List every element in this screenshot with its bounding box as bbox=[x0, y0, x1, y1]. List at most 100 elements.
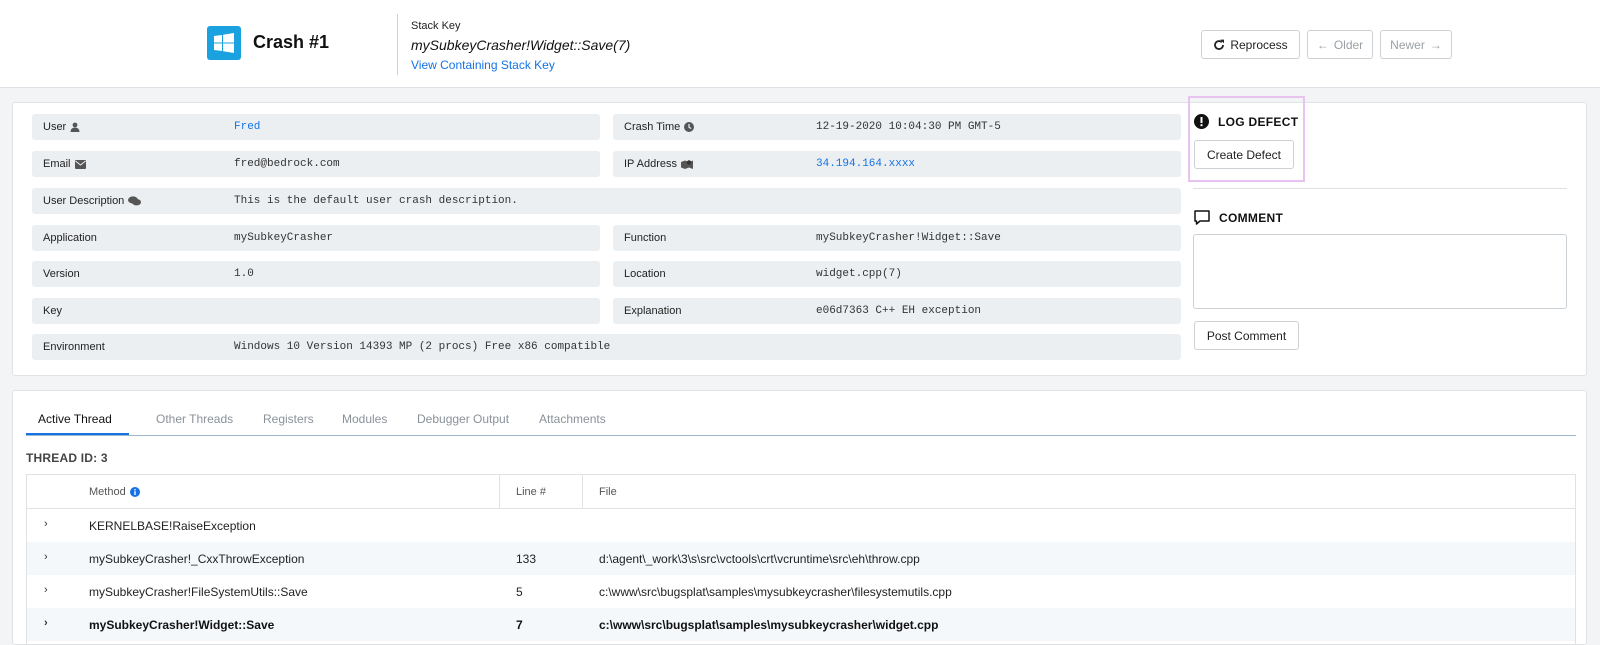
panel-divider bbox=[1193, 188, 1567, 189]
newer-label: Newer bbox=[1390, 37, 1425, 52]
older-button[interactable]: ← Older bbox=[1307, 30, 1373, 59]
active-tab-indicator bbox=[26, 433, 129, 435]
tab-attachments[interactable]: Attachments bbox=[539, 412, 606, 426]
field-location: Location widget.cpp(7) bbox=[613, 261, 1181, 287]
reprocess-label: Reprocess bbox=[1230, 37, 1288, 52]
field-user-description: User Description This is the default use… bbox=[32, 188, 1181, 214]
tab-registers[interactable]: Registers bbox=[263, 412, 314, 426]
map-marker-icon bbox=[681, 160, 693, 169]
row-file: d:\agent\_work\3\s\src\vctools\crt\vcrun… bbox=[599, 552, 920, 566]
row-file: c:\www\src\bugsplat\samples\mysubkeycras… bbox=[599, 585, 952, 599]
table-row[interactable]: › mySubkeyCrasher!FileSystemUtils::Save … bbox=[27, 575, 1575, 608]
tab-debugger-output[interactable]: Debugger Output bbox=[417, 412, 509, 426]
chevron-right-icon[interactable]: › bbox=[44, 584, 48, 596]
user-value-link[interactable]: Fred bbox=[234, 121, 260, 133]
windows-logo-icon bbox=[207, 26, 241, 60]
log-defect-heading-text: LOG DEFECT bbox=[1218, 114, 1299, 129]
version-label: Version bbox=[43, 268, 80, 280]
email-value: fred@bedrock.com bbox=[234, 158, 340, 170]
thread-tabs: Active Thread Other Threads Registers Mo… bbox=[26, 391, 1576, 436]
user-label: User bbox=[43, 121, 67, 133]
comment-heading-text: COMMENT bbox=[1219, 210, 1284, 225]
tab-other-threads[interactable]: Other Threads bbox=[156, 412, 233, 426]
exclamation-circle-icon bbox=[1194, 114, 1209, 129]
arrow-left-icon: ← bbox=[1316, 37, 1329, 52]
field-environment: Environment Windows 10 Version 14393 MP … bbox=[32, 334, 1181, 360]
chevron-right-icon[interactable]: › bbox=[44, 518, 48, 530]
post-comment-button[interactable]: Post Comment bbox=[1194, 321, 1299, 350]
method-header-label: Method bbox=[89, 486, 126, 498]
newer-button[interactable]: Newer → bbox=[1380, 30, 1452, 59]
row-method: mySubkeyCrasher!FileSystemUtils::Save bbox=[89, 585, 308, 599]
column-divider bbox=[582, 475, 583, 509]
environment-label: Environment bbox=[43, 341, 105, 353]
row-line: 5 bbox=[516, 585, 523, 599]
reprocess-button[interactable]: Reprocess bbox=[1201, 30, 1300, 59]
user-description-label: User Description bbox=[43, 195, 125, 207]
thread-id: THREAD ID: 3 bbox=[26, 451, 108, 465]
explanation-label: Explanation bbox=[624, 305, 682, 317]
column-header-method[interactable]: Method bbox=[89, 486, 140, 498]
field-crash-time: Crash Time 12-19-2020 10:04:30 PM GMT-5 bbox=[613, 114, 1181, 140]
log-defect-highlight bbox=[1188, 96, 1305, 182]
create-defect-button[interactable]: Create Defect bbox=[1194, 140, 1294, 169]
header-divider bbox=[397, 14, 398, 75]
chevron-right-icon[interactable]: › bbox=[44, 617, 48, 629]
refresh-icon bbox=[1214, 39, 1225, 50]
application-value: mySubkeyCrasher bbox=[234, 232, 334, 244]
arrow-right-icon: → bbox=[1429, 37, 1442, 52]
table-row[interactable]: › mySubkeyCrasher!Widget::Save 7 c:\www\… bbox=[27, 608, 1575, 641]
comment-textarea[interactable] bbox=[1193, 234, 1567, 309]
page-title: Crash #1 bbox=[253, 32, 330, 52]
field-ip-address: IP Address 34.194.164.xxxx bbox=[613, 151, 1181, 177]
row-line: 133 bbox=[516, 552, 537, 566]
crash-header: Crash #1 Stack Key mySubkeyCrasher!Widge… bbox=[0, 0, 1600, 88]
field-user: User Fred bbox=[32, 114, 600, 140]
table-row[interactable]: › KERNELBASE!RaiseException bbox=[27, 509, 1575, 542]
stack-key-label: Stack Key bbox=[411, 20, 461, 32]
explanation-value: e06d7363 C++ EH exception bbox=[816, 305, 982, 317]
ip-address-value-link[interactable]: 34.194.164.xxxx bbox=[816, 158, 915, 170]
comment-heading: COMMENT bbox=[1194, 210, 1283, 225]
stack-key-value: mySubkeyCrasher!Widget::Save(7) bbox=[411, 37, 631, 53]
crash-time-value: 12-19-2020 10:04:30 PM GMT-5 bbox=[816, 121, 1001, 133]
column-header-line[interactable]: Line # bbox=[516, 486, 546, 498]
field-key: Key bbox=[32, 298, 600, 324]
thread-card: Active Thread Other Threads Registers Mo… bbox=[12, 390, 1587, 645]
row-method: mySubkeyCrasher!Widget::Save bbox=[89, 618, 275, 632]
view-stack-key-link[interactable]: View Containing Stack Key bbox=[411, 58, 555, 72]
user-description-value: This is the default user crash descripti… bbox=[234, 195, 518, 207]
field-version: Version 1.0 bbox=[32, 261, 600, 287]
location-label: Location bbox=[624, 268, 666, 280]
location-value: widget.cpp(7) bbox=[816, 268, 902, 280]
older-label: Older bbox=[1333, 37, 1364, 52]
row-line: 7 bbox=[516, 618, 523, 632]
column-header-file[interactable]: File bbox=[599, 486, 617, 498]
clock-icon bbox=[684, 122, 695, 132]
comment-icon bbox=[1194, 210, 1210, 225]
row-method: KERNELBASE!RaiseException bbox=[89, 519, 256, 533]
comments-icon bbox=[128, 196, 142, 206]
version-value: 1.0 bbox=[234, 268, 254, 280]
column-divider bbox=[499, 475, 500, 509]
chevron-right-icon[interactable]: › bbox=[44, 551, 48, 563]
field-function: Function mySubkeyCrasher!Widget::Save bbox=[613, 225, 1181, 251]
application-label: Application bbox=[43, 232, 97, 244]
table-row[interactable]: › mySubkeyCrasher!_CxxThrowException 133… bbox=[27, 542, 1575, 575]
function-label: Function bbox=[624, 232, 667, 244]
envelope-icon bbox=[74, 159, 86, 169]
ip-address-label: IP Address bbox=[624, 158, 677, 170]
log-defect-heading: LOG DEFECT bbox=[1194, 114, 1298, 129]
table-header: Method Line # File bbox=[27, 475, 1575, 509]
tab-modules[interactable]: Modules bbox=[342, 412, 387, 426]
field-application: Application mySubkeyCrasher bbox=[32, 225, 600, 251]
stack-trace-table: Method Line # File › KERNELBASE!RaiseExc… bbox=[26, 474, 1576, 644]
tab-active-thread[interactable]: Active Thread bbox=[38, 412, 112, 426]
key-label: Key bbox=[43, 305, 62, 317]
row-method: mySubkeyCrasher!_CxxThrowException bbox=[89, 552, 305, 566]
crash-time-label: Crash Time bbox=[624, 121, 681, 133]
email-label: Email bbox=[43, 158, 71, 170]
function-value: mySubkeyCrasher!Widget::Save bbox=[816, 232, 1001, 244]
info-icon[interactable] bbox=[129, 487, 140, 497]
field-email: Email fred@bedrock.com bbox=[32, 151, 600, 177]
